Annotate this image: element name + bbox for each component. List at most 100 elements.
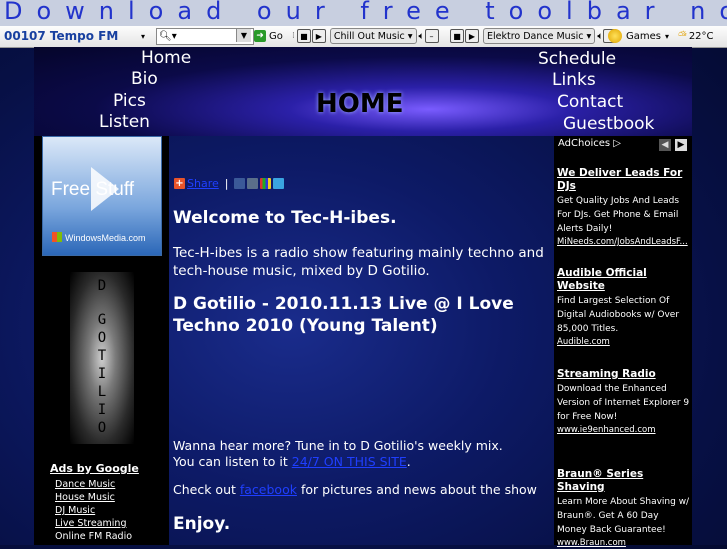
logo-letter: O xyxy=(97,420,107,436)
ad-link-dance-music[interactable]: Dance Music xyxy=(55,479,115,490)
station-dropdown-icon[interactable]: ▾ xyxy=(141,28,145,44)
ad-link-online-fm-radio[interactable]: Online FM Radio xyxy=(55,531,132,542)
stop-icon[interactable]: ■ xyxy=(450,29,464,43)
nav-home[interactable]: Home xyxy=(141,48,191,68)
ad-link-dj-music[interactable]: DJ Music xyxy=(55,505,95,516)
ad-unit[interactable]: We Deliver Leads For DJs Get Quality Job… xyxy=(557,167,691,248)
player-controls-2: ■ ▶ Elektro Dance Music ▾ 🔈︎ – xyxy=(450,28,618,44)
separator-icon: ⁞ xyxy=(292,31,295,41)
play-icon xyxy=(91,167,119,211)
more-text: Wanna hear more? Tune in to D Gotilio's … xyxy=(173,438,503,453)
free-stuff-banner[interactable]: Free Stuff WindowsMedia.com xyxy=(42,136,162,256)
go-arrow-icon: ➜ xyxy=(254,30,266,42)
welcome-heading: Welcome to Tec-H-ibes. xyxy=(173,208,397,228)
d-gotilio-logo: D G O T I L I O xyxy=(70,272,134,444)
ads-by-google-link[interactable]: Ads by Google xyxy=(50,462,139,475)
facebook-icon[interactable] xyxy=(234,178,246,189)
ad-url[interactable]: www.Braun.com xyxy=(557,537,691,549)
play-icon[interactable]: ▶ xyxy=(465,29,479,43)
ad-title[interactable]: Streaming Radio xyxy=(557,368,691,381)
ad-body: Download the Enhanced Version of Interne… xyxy=(557,384,690,422)
ad-prev-arrow-icon[interactable]: ◀ xyxy=(659,139,671,151)
nav-guestbook[interactable]: Guestbook xyxy=(563,114,654,134)
main-content: + Share | Welcome to Tec-H-ibes. Tec-H-i… xyxy=(169,136,554,545)
right-ads-column: AdChoices ▷ ◀ ▶ We Deliver Leads For DJs… xyxy=(554,136,692,548)
windows-logo-icon xyxy=(52,232,62,242)
channel-label-1: Chill Out Music xyxy=(333,30,405,42)
nav-listen[interactable]: Listen xyxy=(99,112,150,132)
logo-letter: I xyxy=(97,366,107,382)
logo-letter: O xyxy=(97,330,107,346)
go-button[interactable]: ➜ Go xyxy=(254,28,283,44)
checkout-prefix: Check out xyxy=(173,482,240,497)
ad-unit[interactable]: Audible Official Website Find Largest Se… xyxy=(557,267,691,348)
checkout-suffix: for pictures and news about the show xyxy=(296,482,537,497)
ad-next-arrow-icon[interactable]: ▶ xyxy=(675,139,687,151)
ad-unit[interactable]: Braun® Series Shaving Learn More About S… xyxy=(557,468,691,549)
logo-letter: G xyxy=(97,312,107,328)
ad-link-house-music[interactable]: House Music xyxy=(55,492,115,503)
enjoy-heading: Enjoy. xyxy=(173,514,231,534)
ad-unit[interactable]: Streaming Radio Download the Enhanced Ve… xyxy=(557,368,691,436)
radio-toolbar: 00107 Tempo FM ▾ 🔍︎▾ ▼ ➜ Go ⁞ ■ ▶ Chill … xyxy=(0,26,727,48)
myspace-icon[interactable] xyxy=(247,178,259,189)
ad-url[interactable]: MiNeeds.com/JobsAndLeadsF... xyxy=(557,236,691,248)
twitter-icon[interactable] xyxy=(273,178,285,189)
adchoices-label[interactable]: AdChoices ▷ xyxy=(558,138,621,149)
listen-text: You can listen to it 24/7 ON THIS SITE. xyxy=(173,454,411,469)
games-label: Games xyxy=(626,30,661,42)
site-header: Home Bio Pics Listen HOME Schedule Links… xyxy=(34,47,692,136)
listen-live-link[interactable]: 24/7 ON THIS SITE xyxy=(292,454,407,469)
page-title: HOME xyxy=(316,89,404,119)
weather-temp: 22°C xyxy=(688,30,714,42)
volume-icon[interactable]: 🔈︎ xyxy=(419,31,425,42)
logo-letter: I xyxy=(97,402,107,418)
nav-links[interactable]: Links xyxy=(552,70,596,90)
share-link[interactable]: Share xyxy=(187,177,219,190)
post-title: D Gotilio - 2010.11.13 Live @ I Love Tec… xyxy=(173,294,514,336)
checkout-text: Check out facebook for pictures and news… xyxy=(173,482,537,497)
nav-bio[interactable]: Bio xyxy=(131,69,158,89)
ad-title[interactable]: Audible Official Website xyxy=(557,267,691,293)
nav-contact[interactable]: Contact xyxy=(557,92,623,112)
intro-text: Tec-H-ibes is a radio show featuring mai… xyxy=(173,245,544,279)
search-dropdown-button[interactable]: ▼ xyxy=(236,29,251,42)
search-icon: 🔍︎▾ xyxy=(159,31,177,42)
ad-title[interactable]: Braun® Series Shaving xyxy=(557,468,691,494)
station-label[interactable]: 00107 Tempo FM xyxy=(4,28,118,44)
ad-title[interactable]: We Deliver Leads For DJs xyxy=(557,167,691,193)
logo-letter: T xyxy=(97,348,107,364)
nav-schedule[interactable]: Schedule xyxy=(538,49,616,69)
games-button[interactable]: Games ▾ xyxy=(608,28,669,44)
ad-url[interactable]: www.ie9enhanced.com xyxy=(557,424,691,436)
ad-body: Get Quality Jobs And Leads For DJs. Get … xyxy=(557,196,680,234)
weather-cloud-sun-icon: ⛅︎ xyxy=(678,29,687,42)
google-icon[interactable] xyxy=(260,178,272,189)
addthis-plus-icon[interactable]: + xyxy=(174,178,185,189)
listen-prefix: You can listen to it xyxy=(173,454,292,469)
facebook-link[interactable]: facebook xyxy=(240,482,297,497)
go-label: Go xyxy=(269,30,283,42)
stop-icon[interactable]: ■ xyxy=(296,29,311,43)
ad-body: Learn More About Shaving w/ Braun®. Get … xyxy=(557,497,690,535)
games-dropdown-icon: ▾ xyxy=(664,31,669,41)
channel-select-1[interactable]: Chill Out Music ▾ xyxy=(329,28,417,44)
channel-select-2[interactable]: Elektro Dance Music ▾ xyxy=(483,28,596,44)
channel-label-2: Elektro Dance Music xyxy=(487,30,584,42)
logo-letter: D xyxy=(97,278,107,294)
nav-pics[interactable]: Pics xyxy=(113,91,146,111)
player-controls-1: ⁞ ■ ▶ Chill Out Music ▾ 🔈︎ – xyxy=(292,28,440,44)
left-sidebar: Free Stuff WindowsMedia.com D G O T I L … xyxy=(34,136,169,545)
ad-url[interactable]: Audible.com xyxy=(557,336,691,348)
logo-letter: L xyxy=(97,384,107,400)
share-bar: + Share | xyxy=(174,177,286,190)
download-toolbar-banner[interactable]: Download our free toolbar now xyxy=(0,0,727,26)
weather-widget[interactable]: ⛅︎ 22°C xyxy=(678,28,714,44)
play-icon[interactable]: ▶ xyxy=(311,29,326,43)
ad-link-live-streaming[interactable]: Live Streaming xyxy=(55,518,126,529)
banner-text: Download our free toolbar now xyxy=(4,0,727,25)
games-smiley-icon xyxy=(608,29,622,43)
minimize-icon[interactable]: – xyxy=(424,29,439,43)
windowsmedia-label: WindowsMedia.com xyxy=(65,233,146,243)
ad-body: Find Largest Selection Of Digital Audiob… xyxy=(557,296,680,334)
